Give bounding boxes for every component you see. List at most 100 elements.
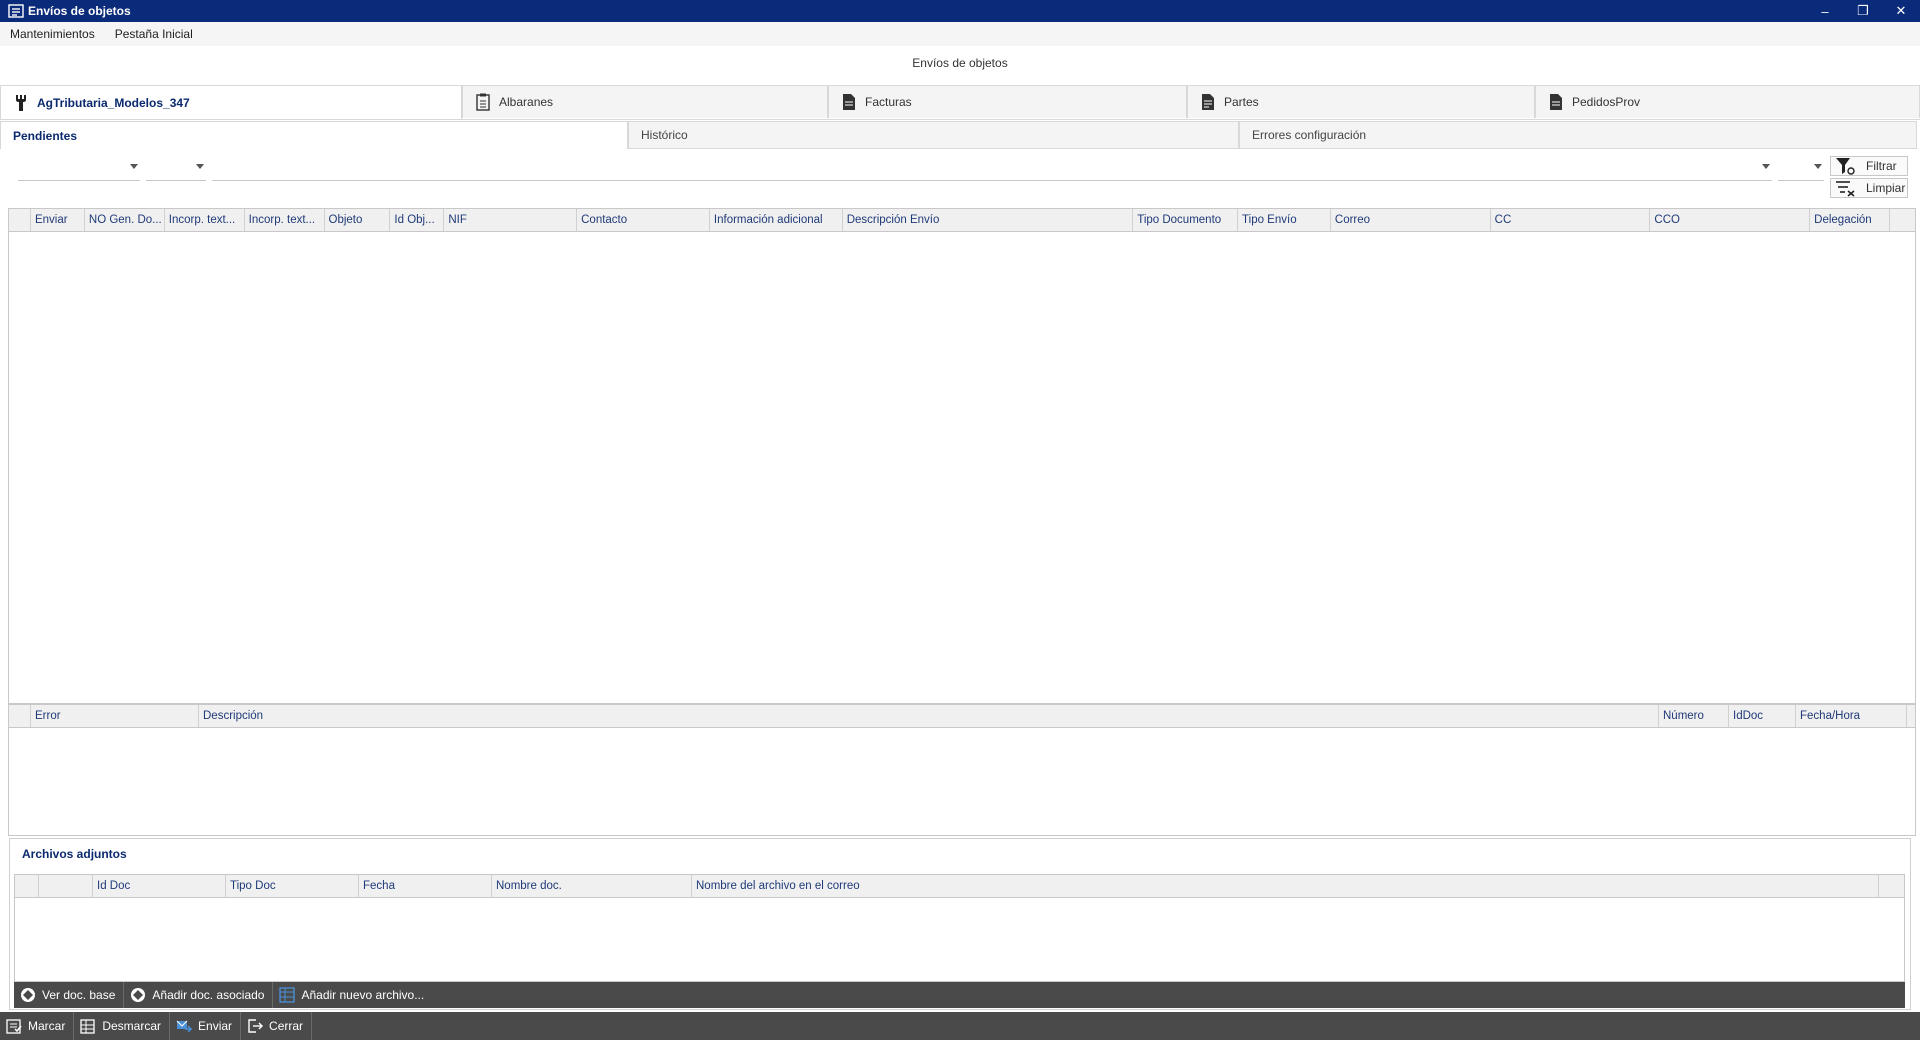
col-tipo-envio[interactable]: Tipo Envío [1238,209,1331,231]
tab-label: Albaranes [499,95,554,109]
chevron-down-icon [130,164,138,169]
error-grid[interactable]: Error Descripción Número IdDoc Fecha/Hor… [8,704,1916,836]
status-tabs: Pendientes Histórico Errores configuraci… [0,121,1920,149]
anadir-nuevo-archivo-button[interactable]: Añadir nuevo archivo... [273,982,432,1008]
col-fecha[interactable]: Fecha [359,875,492,897]
wrench-icon [13,94,29,112]
attachments-toolbar: Ver doc. base Añadir doc. asociado Añadi… [14,982,1905,1008]
col-id-obj[interactable]: Id Obj... [390,209,445,231]
marcar-button[interactable]: Marcar [0,1012,75,1040]
header-filler [1907,705,1915,727]
ver-doc-base-button[interactable]: Ver doc. base [14,982,125,1008]
col-incorp-text-1[interactable]: Incorp. text... [165,209,245,231]
close-window-button[interactable]: ✕ [1882,0,1920,22]
filter-combo-3[interactable] [212,156,1772,181]
tab-label: AgTributaria_Modelos_347 [37,95,190,110]
col-descripcion[interactable]: Descripción [199,705,1659,727]
filter-bar: Filtrar Limpiar [0,152,1920,208]
attachments-grid-header: Id Doc Tipo Doc Fecha Nombre doc. Nombre… [15,875,1904,898]
restore-button[interactable]: ❐ [1844,0,1882,22]
grid-icon [80,1018,96,1034]
desmarcar-label: Desmarcar [102,1019,162,1033]
main-grid-header: Enviar NO Gen. Do... Incorp. text... Inc… [9,209,1915,232]
object-tabs: AgTributaria_Modelos_347 Albaranes Factu… [0,85,1920,120]
col-no-gen-doc[interactable]: NO Gen. Do... [85,209,165,231]
col-enviar[interactable]: Enviar [31,209,85,231]
checklist-icon [6,1018,22,1034]
enviar-label: Enviar [198,1019,233,1033]
minimize-button[interactable]: – [1806,0,1844,22]
main-grid[interactable]: Enviar NO Gen. Do... Incorp. text... Inc… [8,208,1916,704]
row-indicator-header [9,209,31,231]
tab-facturas[interactable]: Facturas [828,85,1187,118]
col-tipo-documento[interactable]: Tipo Documento [1133,209,1239,231]
col-numero[interactable]: Número [1659,705,1729,727]
col-tipo-doc[interactable]: Tipo Doc [226,875,359,897]
chevron-down-icon [1762,164,1770,169]
col-contacto[interactable]: Contacto [577,209,710,231]
row-indicator-header [9,705,31,727]
subtab-historico[interactable]: Histórico [628,121,1239,149]
col-error[interactable]: Error [31,705,199,727]
attachments-grid[interactable]: Id Doc Tipo Doc Fecha Nombre doc. Nombre… [14,874,1905,982]
tab-albaranes[interactable]: Albaranes [462,85,828,118]
tab-pedidosprov[interactable]: PedidosProv [1535,85,1920,118]
limpiar-label: Limpiar [1866,181,1906,195]
subtab-pendientes[interactable]: Pendientes [0,121,628,149]
exit-icon [247,1018,264,1034]
menu-mantenimientos[interactable]: Mantenimientos [0,27,105,41]
col-incorp-text-2[interactable]: Incorp. text... [245,209,325,231]
row-indicator-header [15,875,39,897]
window-titlebar: Envíos de objetos – ❐ ✕ [0,0,1920,22]
col-id-doc[interactable]: Id Doc [93,875,226,897]
col-select[interactable] [39,875,93,897]
bottom-toolbar: Marcar Desmarcar Enviar Cerrar [0,1012,1920,1040]
tab-label: PedidosProv [1572,95,1641,109]
filter-combo-4[interactable] [1778,156,1824,181]
limpiar-button[interactable]: Limpiar [1830,178,1908,198]
col-cc[interactable]: CC [1491,209,1651,231]
chevron-down-icon [1814,164,1822,169]
subtab-errores[interactable]: Errores configuración [1239,121,1917,149]
anadir-doc-asociado-button[interactable]: Añadir doc. asociado [124,982,274,1008]
document-list-icon [1200,93,1216,111]
col-correo[interactable]: Correo [1331,209,1491,231]
form-title: Envíos de objetos [912,56,1008,70]
col-fecha-hora[interactable]: Fecha/Hora [1796,705,1907,727]
col-delegacion[interactable]: Delegación [1810,209,1891,231]
col-descripcion-envio[interactable]: Descripción Envío [843,209,1134,231]
col-nombre-archivo-correo[interactable]: Nombre del archivo en el correo [692,875,1879,897]
header-filler [1890,209,1915,231]
tab-label: Partes [1224,95,1259,109]
chevron-down-icon [196,164,204,169]
table-icon [279,987,296,1003]
col-cco[interactable]: CCO [1650,209,1811,231]
tab-agtributaria[interactable]: AgTributaria_Modelos_347 [0,85,462,119]
app-icon [8,4,24,18]
col-objeto[interactable]: Objeto [325,209,391,231]
tab-partes[interactable]: Partes [1187,85,1535,118]
col-iddoc[interactable]: IdDoc [1729,705,1796,727]
col-informacion-adicional[interactable]: Información adicional [710,209,843,231]
col-nif[interactable]: NIF [444,209,578,231]
filter-combo-2[interactable] [146,156,206,181]
document-icon [1548,93,1564,111]
enviar-button[interactable]: Enviar [170,1012,242,1040]
window-title: Envíos de objetos [28,4,131,18]
col-nombre-doc[interactable]: Nombre doc. [492,875,692,897]
header-filler [1879,875,1904,897]
diamond-arrow-icon [20,987,36,1003]
desmarcar-button[interactable]: Desmarcar [74,1012,171,1040]
filter-icon [1834,157,1856,175]
tab-label: Facturas [865,95,912,109]
filter-combo-1[interactable] [18,156,140,181]
clipboard-icon [475,93,491,111]
diamond-arrow-icon [130,987,146,1003]
filtrar-button[interactable]: Filtrar [1830,156,1908,176]
filtrar-label: Filtrar [1866,159,1897,173]
marcar-label: Marcar [28,1019,66,1033]
cerrar-button[interactable]: Cerrar [241,1012,313,1040]
menu-pestana-inicial[interactable]: Pestaña Inicial [105,27,203,41]
error-grid-header: Error Descripción Número IdDoc Fecha/Hor… [9,705,1915,728]
cerrar-label: Cerrar [269,1019,304,1033]
